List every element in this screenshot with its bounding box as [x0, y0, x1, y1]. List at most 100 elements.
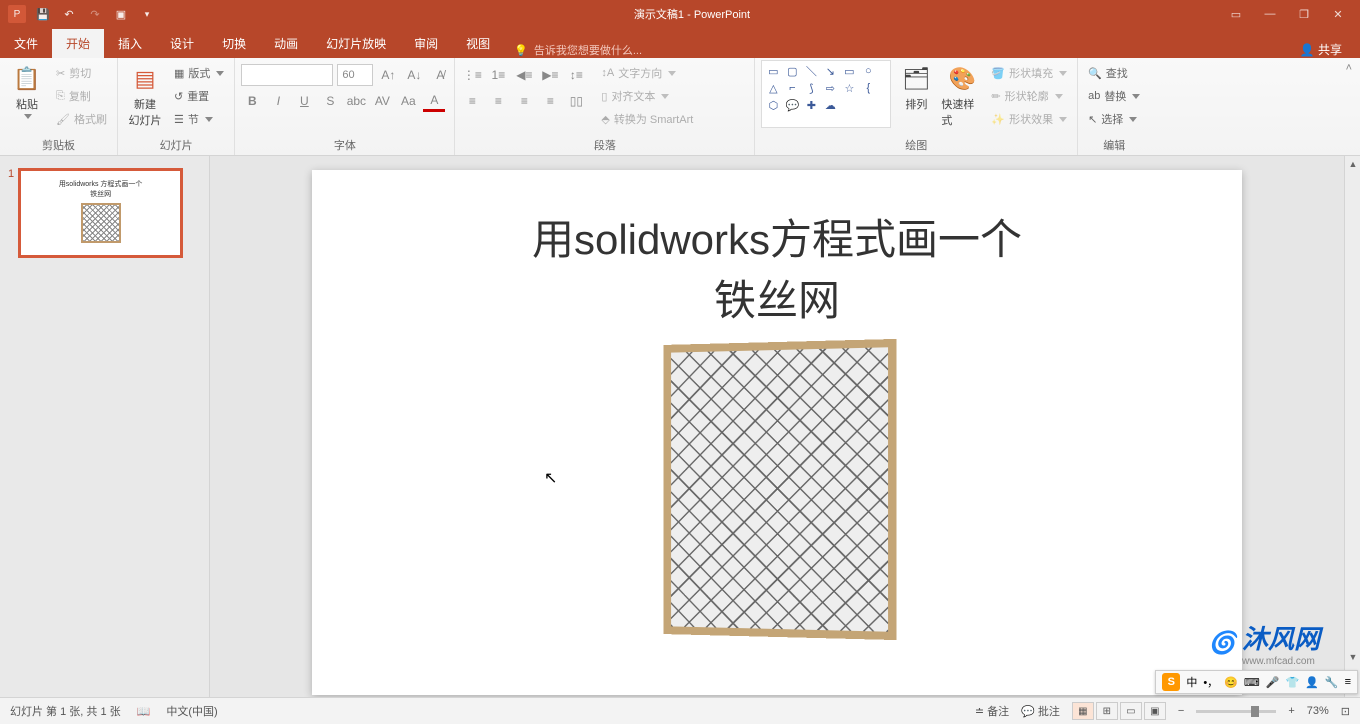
qat-customize-icon[interactable]: ▾ — [138, 5, 156, 23]
shape-elbow-icon[interactable]: ⌐ — [784, 81, 800, 95]
comments-button[interactable]: 💬 批注 — [1021, 703, 1060, 719]
cut-button[interactable]: ✂剪切 — [52, 62, 111, 84]
italic-button[interactable]: I — [267, 90, 289, 112]
zoom-level[interactable]: 73% — [1307, 705, 1329, 717]
change-case-button[interactable]: Aa — [397, 90, 419, 112]
shape-hexagon-icon[interactable]: ⬡ — [765, 98, 781, 112]
align-right-icon[interactable]: ≡ — [513, 90, 535, 112]
shapes-gallery[interactable]: ▭▢＼↘▭○ △⌐⟆⇨☆{ ⬡💬✚☁ — [761, 60, 891, 128]
bullets-button[interactable]: ⋮≡ — [461, 64, 483, 86]
ribbon-options-icon[interactable]: ▭ — [1228, 8, 1244, 21]
increase-indent-icon[interactable]: ▶≡ — [539, 64, 561, 86]
text-direction-button[interactable]: ↕A文字方向 — [597, 62, 697, 84]
tab-home[interactable]: 开始 — [52, 29, 104, 58]
zoom-slider[interactable] — [1196, 710, 1276, 713]
sorter-view-icon[interactable]: ⊞ — [1096, 702, 1118, 720]
zoom-out-icon[interactable]: − — [1178, 705, 1184, 717]
tab-animations[interactable]: 动画 — [260, 29, 312, 58]
justify-icon[interactable]: ≡ — [539, 90, 561, 112]
font-size-combo[interactable]: 60 — [337, 64, 373, 86]
share-button[interactable]: 👤 共享 — [1300, 41, 1360, 58]
strikethrough-button[interactable]: S — [319, 90, 341, 112]
ime-mic-icon[interactable]: 🎤 — [1266, 676, 1280, 689]
ime-mode[interactable]: 中 — [1186, 674, 1197, 690]
char-spacing-button[interactable]: AV — [371, 90, 393, 112]
shape-circle-icon[interactable]: ○ — [860, 64, 876, 78]
redo-icon[interactable]: ↷ — [86, 5, 104, 23]
ime-tool-icon[interactable]: 🔧 — [1325, 676, 1339, 689]
slide-thumbnail-1[interactable]: 1 用solidworks 方程式画一个 铁丝网 — [8, 168, 201, 258]
save-icon[interactable]: 💾 — [34, 5, 52, 23]
ime-person-icon[interactable]: 👤 — [1305, 676, 1319, 689]
shadow-button[interactable]: abc — [345, 90, 367, 112]
copy-button[interactable]: ⎘复制 — [52, 85, 111, 107]
shape-line-icon[interactable]: ＼ — [803, 64, 819, 78]
slide-title[interactable]: 用solidworks方程式画一个 铁丝网 — [532, 210, 1022, 332]
font-family-combo[interactable] — [241, 64, 333, 86]
tab-insert[interactable]: 插入 — [104, 29, 156, 58]
tab-view[interactable]: 视图 — [452, 29, 504, 58]
shape-plus-icon[interactable]: ✚ — [803, 98, 819, 112]
reset-button[interactable]: ↺重置 — [170, 85, 228, 107]
notes-button[interactable]: ≐ 备注 — [975, 703, 1009, 719]
shape-arrow2-icon[interactable]: ⇨ — [822, 81, 838, 95]
close-icon[interactable]: ✕ — [1330, 8, 1346, 21]
tab-slideshow[interactable]: 幻灯片放映 — [312, 29, 400, 58]
tab-review[interactable]: 审阅 — [400, 29, 452, 58]
ime-emoji-icon[interactable]: 😊 — [1224, 676, 1238, 689]
shape-triangle-icon[interactable]: △ — [765, 81, 781, 95]
increase-font-icon[interactable]: A↑ — [377, 64, 399, 86]
ime-menu-icon[interactable]: ≡ — [1345, 676, 1351, 688]
tab-file[interactable]: 文件 — [0, 29, 52, 58]
reading-view-icon[interactable]: ▭ — [1120, 702, 1142, 720]
ime-skin-icon[interactable]: 👕 — [1285, 676, 1299, 689]
paste-button[interactable]: 📋 粘贴 — [6, 60, 48, 119]
scroll-down-icon[interactable]: ▼ — [1345, 649, 1360, 665]
shape-arrow-icon[interactable]: ↘ — [822, 64, 838, 78]
decrease-indent-icon[interactable]: ◀≡ — [513, 64, 535, 86]
normal-view-icon[interactable]: ▦ — [1072, 702, 1094, 720]
arrange-button[interactable]: 🗂排列 — [895, 60, 937, 112]
new-slide-button[interactable]: ▤ 新建 幻灯片 — [124, 60, 166, 128]
font-color-button[interactable]: A — [423, 90, 445, 112]
shape-cloud-icon[interactable]: ☁ — [822, 98, 838, 112]
shape-star-icon[interactable]: ☆ — [841, 81, 857, 95]
decrease-font-icon[interactable]: A↓ — [403, 64, 425, 86]
minimize-icon[interactable]: — — [1262, 8, 1278, 21]
collapse-ribbon-icon[interactable]: ˄ — [1338, 58, 1360, 155]
shape-rect3-icon[interactable]: ▭ — [841, 64, 857, 78]
slide-canvas[interactable]: 用solidworks方程式画一个 铁丝网 — [312, 170, 1242, 695]
align-left-icon[interactable]: ≡ — [461, 90, 483, 112]
clear-formatting-icon[interactable]: A̸ — [429, 64, 451, 86]
shape-curve-icon[interactable]: ⟆ — [803, 81, 819, 95]
maximize-icon[interactable]: ❐ — [1296, 8, 1312, 21]
section-button[interactable]: ☰节 — [170, 108, 228, 130]
layout-button[interactable]: ▦版式 — [170, 62, 228, 84]
shape-rect2-icon[interactable]: ▢ — [784, 64, 800, 78]
numbering-button[interactable]: 1≡ — [487, 64, 509, 86]
scroll-up-icon[interactable]: ▲ — [1345, 156, 1360, 172]
shape-effects-button[interactable]: ✨形状效果 — [987, 108, 1071, 130]
slide-image-mesh[interactable] — [663, 339, 896, 640]
ime-punct-icon[interactable]: •， — [1203, 674, 1218, 690]
shape-fill-button[interactable]: 🪣形状填充 — [987, 62, 1071, 84]
ime-logo-icon[interactable]: S — [1162, 673, 1180, 691]
quick-styles-button[interactable]: 🎨快速样式 — [941, 60, 983, 128]
shape-brace-icon[interactable]: { — [860, 81, 876, 95]
slideshow-view-icon[interactable]: ▣ — [1144, 702, 1166, 720]
line-spacing-icon[interactable]: ↕≡ — [565, 64, 587, 86]
shape-rect-icon[interactable]: ▭ — [765, 64, 781, 78]
ime-keyboard-icon[interactable]: ⌨ — [1244, 676, 1260, 689]
replace-button[interactable]: ab替换 — [1084, 85, 1144, 107]
fit-window-icon[interactable]: ⊡ — [1341, 705, 1350, 718]
shape-callout-icon[interactable]: 💬 — [784, 98, 800, 112]
align-center-icon[interactable]: ≡ — [487, 90, 509, 112]
bold-button[interactable]: B — [241, 90, 263, 112]
zoom-in-icon[interactable]: + — [1288, 705, 1294, 717]
shape-outline-button[interactable]: ✏形状轮廓 — [987, 85, 1071, 107]
convert-smartart-button[interactable]: ⬘转换为 SmartArt — [597, 108, 697, 130]
undo-icon[interactable]: ↶ — [60, 5, 78, 23]
format-painter-button[interactable]: 🖌格式刷 — [52, 108, 111, 130]
tab-transitions[interactable]: 切换 — [208, 29, 260, 58]
zoom-thumb[interactable] — [1251, 706, 1259, 717]
